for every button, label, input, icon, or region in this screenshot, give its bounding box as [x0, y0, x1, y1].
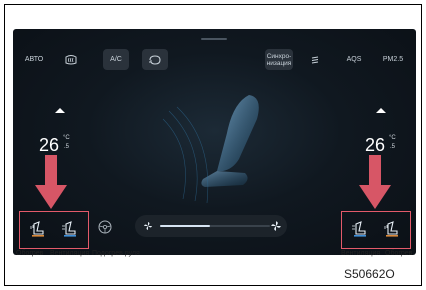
caption-left-vent: Вентиляция [50, 250, 90, 257]
auto-label: АВТО [24, 56, 44, 63]
pm25-button[interactable]: PM2.5 [379, 49, 407, 70]
seat-heat-icon [30, 221, 44, 237]
ac-label: A/C [110, 56, 122, 63]
left-temp-fraction: .5 [64, 144, 70, 150]
caption-right-vent: Вентиляция [341, 250, 381, 257]
left-seat-controls [19, 211, 89, 249]
seat-heat-icon [384, 221, 398, 237]
sync-button[interactable]: Синхро- низация [265, 49, 293, 70]
fan-high-icon[interactable] [270, 220, 282, 232]
caption-wheel-heat: Подогрев руля [92, 250, 140, 257]
drag-handle[interactable] [201, 38, 227, 40]
left-temp-value: 26 [39, 135, 60, 155]
right-temp-value: 26 [365, 135, 386, 155]
right-temp-unit: °C [389, 135, 396, 141]
airflow-icon [311, 56, 319, 63]
aqs-label: AQS [346, 56, 362, 63]
seat-vent-icon [352, 221, 366, 237]
airflow-button[interactable] [304, 49, 326, 70]
fan-speed-control[interactable] [135, 215, 287, 237]
auto-button[interactable]: АВТО [21, 49, 47, 70]
seat-vent-icon [62, 221, 76, 237]
fan-low-icon[interactable] [143, 221, 153, 231]
right-temp-up-arrow[interactable] [376, 108, 386, 113]
fan-level-fill [160, 225, 210, 227]
rear-defrost-button[interactable] [59, 49, 83, 70]
ac-button[interactable]: A/C [103, 49, 129, 70]
left-seat-vent-button[interactable] [60, 219, 80, 239]
right-seat-controls [341, 211, 411, 249]
rear-defrost-icon [65, 54, 77, 64]
caption-left-heat: Обогрев [16, 250, 44, 257]
right-seat-vent-button[interactable] [350, 219, 370, 239]
steering-wheel-heat-icon [98, 220, 112, 234]
left-temp-up-arrow[interactable] [55, 108, 65, 113]
sync-label: Синхро- низация [266, 52, 292, 67]
right-seat-heat-button[interactable] [382, 219, 402, 239]
recirculation-button[interactable] [142, 49, 168, 70]
right-pointer-arrow [359, 155, 391, 209]
climate-screen: АВТО A/C Синхро- низация AQS PM2.5 26 °C… [13, 29, 416, 255]
left-seat-heat-button[interactable] [28, 219, 48, 239]
left-temp-unit: °C [63, 135, 70, 141]
seat-illustration [162, 95, 259, 204]
recirculation-icon [149, 54, 161, 65]
figure-code: S50662O [344, 267, 395, 281]
aqs-button[interactable]: AQS [342, 49, 366, 70]
steering-wheel-heat-button[interactable] [97, 219, 113, 235]
right-temp-fraction: .5 [390, 144, 396, 150]
pm25-label: PM2.5 [382, 56, 404, 63]
caption-right-heat: Обогрев [385, 250, 413, 257]
left-pointer-arrow [35, 155, 67, 209]
